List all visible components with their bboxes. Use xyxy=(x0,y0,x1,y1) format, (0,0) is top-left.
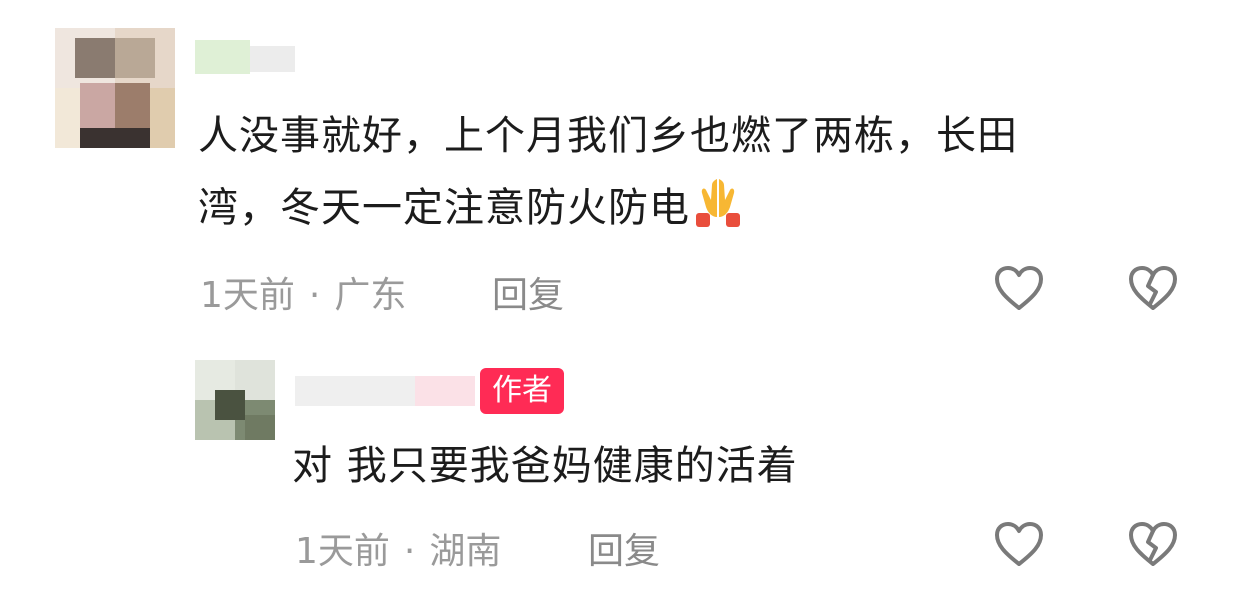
timestamp: 1天前 xyxy=(295,531,390,572)
separator: · xyxy=(403,531,416,572)
username-blurred[interactable] xyxy=(195,40,295,74)
broken-heart-icon[interactable] xyxy=(1127,520,1179,568)
broken-heart-icon[interactable] xyxy=(1127,264,1179,312)
folded-hands-icon xyxy=(690,173,746,252)
username-blurred[interactable] xyxy=(295,372,480,406)
separator: · xyxy=(308,275,321,316)
location: 湖南 xyxy=(429,531,502,572)
reply-meta: 1天前 · 湖南 xyxy=(295,522,501,574)
comment-line-2-text: 湾，冬天一定注意防火防电 xyxy=(198,185,690,231)
author-badge: 作者 xyxy=(480,368,564,414)
reply-text: 对 我只要我爸妈健康的活着 xyxy=(292,443,798,489)
comment-line-2: 湾，冬天一定注意防火防电 xyxy=(198,172,1208,252)
heart-outline-icon[interactable] xyxy=(993,264,1045,312)
heart-outline-icon[interactable] xyxy=(993,520,1045,568)
timestamp: 1天前 xyxy=(200,275,295,316)
comment-line-1: 人没事就好，上个月我们乡也燃了两栋，长田 xyxy=(198,113,1018,159)
comment-text: 人没事就好，上个月我们乡也燃了两栋，长田 湾，冬天一定注意防火防电 xyxy=(198,100,1208,252)
avatar[interactable] xyxy=(195,360,275,440)
reply-button[interactable]: 回复 xyxy=(588,522,660,574)
reply-button[interactable]: 回复 xyxy=(492,266,564,318)
comment-meta: 1天前 · 广东 xyxy=(200,266,406,318)
avatar[interactable] xyxy=(55,28,175,148)
location: 广东 xyxy=(334,275,407,316)
